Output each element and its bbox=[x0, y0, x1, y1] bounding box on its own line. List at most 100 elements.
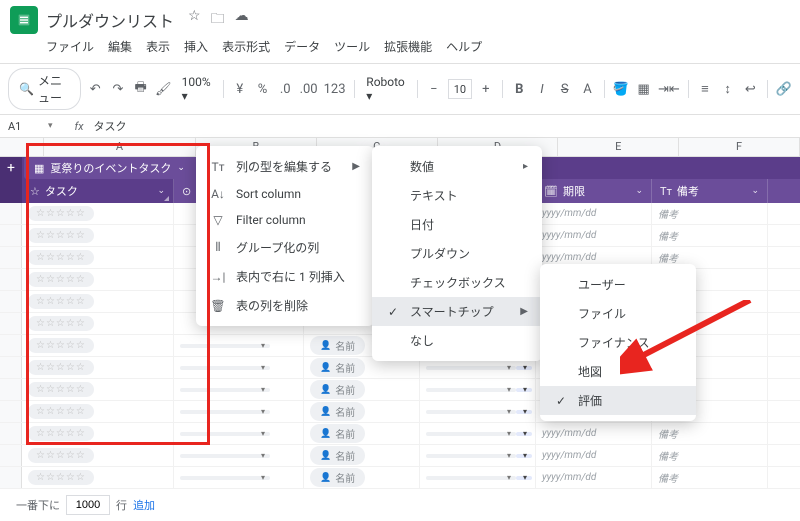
cell-task[interactable]: ☆☆☆☆☆ bbox=[22, 313, 174, 334]
row-number[interactable] bbox=[0, 203, 22, 224]
menu-item[interactable]: ▽Filter column bbox=[196, 207, 374, 233]
stage-chip-collapsed[interactable]: ▾ bbox=[516, 454, 532, 458]
cell-status[interactable]: ▾ bbox=[174, 467, 304, 488]
cell-task[interactable]: ☆☆☆☆☆ bbox=[22, 467, 174, 488]
cell-notes[interactable]: 備考 bbox=[652, 203, 768, 224]
cell-task[interactable]: ☆☆☆☆☆ bbox=[22, 225, 174, 246]
sheets-logo[interactable] bbox=[10, 6, 38, 34]
rating-chip[interactable]: ☆☆☆☆☆ bbox=[28, 294, 94, 309]
menu-item[interactable]: A↓Sort column bbox=[196, 181, 374, 207]
cell-status[interactable]: ▾ bbox=[174, 445, 304, 466]
zoom-select[interactable]: 100% ▾ bbox=[178, 75, 215, 103]
redo-button[interactable]: ↷ bbox=[110, 78, 127, 100]
rating-chip[interactable]: ☆☆☆☆☆ bbox=[28, 448, 94, 463]
row-number[interactable] bbox=[0, 225, 22, 246]
menu-item[interactable]: ファイル bbox=[540, 299, 696, 328]
menu-view[interactable]: 表示 bbox=[146, 38, 170, 55]
menu-item[interactable]: Tт列の型を編集する▶ bbox=[196, 152, 374, 181]
rating-chip[interactable]: ☆☆☆☆☆ bbox=[28, 360, 94, 375]
star-icon[interactable]: ☆ bbox=[188, 8, 201, 32]
fill-color-button[interactable]: 🪣 bbox=[613, 78, 630, 100]
stage-chip-collapsed[interactable]: ▾ bbox=[516, 432, 532, 436]
menu-item[interactable]: 日付 bbox=[372, 210, 542, 239]
menu-search-button[interactable]: 🔍 メニュー bbox=[8, 68, 81, 110]
link-button[interactable]: 🔗 bbox=[775, 78, 792, 100]
cell-owner[interactable]: 👤名前 bbox=[304, 401, 420, 422]
menu-item[interactable]: ✓評価 bbox=[540, 386, 696, 415]
cell-task[interactable]: ☆☆☆☆☆ bbox=[22, 379, 174, 400]
cell-notes[interactable]: 備考 bbox=[652, 445, 768, 466]
dec-decrease-button[interactable]: .0 bbox=[277, 78, 294, 100]
owner-chip[interactable]: 👤名前 bbox=[310, 424, 365, 443]
cell-stage[interactable]: ▾▾ bbox=[420, 445, 536, 466]
halign-button[interactable]: ≡ bbox=[697, 78, 714, 100]
text-color-button[interactable]: A bbox=[579, 78, 596, 100]
stage-chip-collapsed[interactable]: ▾ bbox=[516, 366, 532, 370]
bold-button[interactable]: B bbox=[511, 78, 528, 100]
menu-item[interactable]: なし bbox=[372, 326, 542, 355]
cell-stage[interactable]: ▾▾ bbox=[420, 401, 536, 422]
italic-button[interactable]: I bbox=[534, 78, 551, 100]
stage-chip[interactable]: ▾ bbox=[426, 454, 516, 458]
rating-chip[interactable]: ☆☆☆☆☆ bbox=[28, 338, 94, 353]
print-button[interactable]: 🖶 bbox=[132, 78, 149, 100]
menu-item[interactable]: ✓スマートチップ▶ bbox=[372, 297, 542, 326]
cell-task[interactable]: ☆☆☆☆☆ bbox=[22, 203, 174, 224]
menu-item[interactable]: テキスト bbox=[372, 181, 542, 210]
wrap-button[interactable]: ↩ bbox=[742, 78, 759, 100]
more-formats-button[interactable]: 123 bbox=[324, 78, 346, 100]
cell-status[interactable]: ▾ bbox=[174, 379, 304, 400]
select-all-corner[interactable] bbox=[0, 138, 44, 156]
percent-button[interactable]: % bbox=[254, 78, 271, 100]
menu-file[interactable]: ファイル bbox=[46, 38, 94, 55]
stage-chip[interactable]: ▾ bbox=[426, 410, 516, 414]
cell-owner[interactable]: 👤名前 bbox=[304, 467, 420, 488]
status-chip[interactable]: ▾ bbox=[180, 410, 270, 414]
menu-item[interactable]: ファイナンス bbox=[540, 328, 696, 357]
status-chip[interactable]: ▾ bbox=[180, 366, 270, 370]
row-number[interactable] bbox=[0, 423, 22, 444]
owner-chip[interactable]: 👤名前 bbox=[310, 402, 365, 421]
merge-button[interactable]: ⇥⇤ bbox=[658, 78, 680, 100]
col-A[interactable]: A bbox=[44, 138, 196, 156]
stage-chip-collapsed[interactable]: ▾ bbox=[516, 410, 532, 414]
cell-task[interactable]: ☆☆☆☆☆ bbox=[22, 291, 174, 312]
chevron-down-icon[interactable]: ⌄ bbox=[751, 186, 759, 196]
font-select[interactable]: Roboto ▾ bbox=[362, 75, 408, 103]
chevron-down-icon[interactable]: ⌄ bbox=[635, 186, 643, 196]
font-size-inc[interactable]: + bbox=[478, 78, 495, 100]
row-number[interactable] bbox=[0, 313, 22, 334]
rating-chip[interactable]: ☆☆☆☆☆ bbox=[28, 470, 94, 485]
formula-input[interactable]: タスク bbox=[94, 118, 127, 134]
chevron-down-icon[interactable]: ⌄ bbox=[157, 186, 165, 196]
menu-format[interactable]: 表示形式 bbox=[222, 38, 270, 55]
cell-due[interactable]: yyyy/mm/dd bbox=[536, 445, 652, 466]
rating-chip[interactable]: ☆☆☆☆☆ bbox=[28, 250, 94, 265]
row-number[interactable] bbox=[0, 445, 22, 466]
cell-task[interactable]: ☆☆☆☆☆ bbox=[22, 445, 174, 466]
rating-chip[interactable]: ☆☆☆☆☆ bbox=[28, 404, 94, 419]
paint-format-button[interactable]: 🖌 bbox=[155, 78, 172, 100]
cell-task[interactable]: ☆☆☆☆☆ bbox=[22, 357, 174, 378]
row-number[interactable] bbox=[0, 269, 22, 290]
cell-task[interactable]: ☆☆☆☆☆ bbox=[22, 247, 174, 268]
row-number[interactable] bbox=[0, 335, 22, 356]
cell-stage[interactable]: ▾▾ bbox=[420, 467, 536, 488]
stage-chip[interactable]: ▾ bbox=[426, 366, 516, 370]
cell-owner[interactable]: 👤名前 bbox=[304, 423, 420, 444]
owner-chip[interactable]: 👤名前 bbox=[310, 380, 365, 399]
rating-chip[interactable]: ☆☆☆☆☆ bbox=[28, 206, 94, 221]
add-rows-link[interactable]: 追加 bbox=[133, 497, 155, 513]
owner-chip[interactable]: 👤名前 bbox=[310, 336, 365, 355]
borders-button[interactable]: ▦ bbox=[635, 78, 652, 100]
font-size-input[interactable]: 10 bbox=[448, 79, 471, 99]
cell-due[interactable]: yyyy/mm/dd bbox=[536, 203, 652, 224]
menu-item[interactable]: →|表内で右に 1 列挿入 bbox=[196, 262, 374, 291]
cell-task[interactable]: ☆☆☆☆☆ bbox=[22, 335, 174, 356]
dec-increase-button[interactable]: .00 bbox=[300, 78, 318, 100]
name-box[interactable]: A1 bbox=[8, 120, 48, 133]
status-chip[interactable]: ▾ bbox=[180, 454, 270, 458]
stage-chip-collapsed[interactable]: ▾ bbox=[516, 388, 532, 392]
header-due[interactable]: 🗓 期限 ⌄ bbox=[536, 179, 652, 203]
strike-button[interactable]: S bbox=[556, 78, 573, 100]
